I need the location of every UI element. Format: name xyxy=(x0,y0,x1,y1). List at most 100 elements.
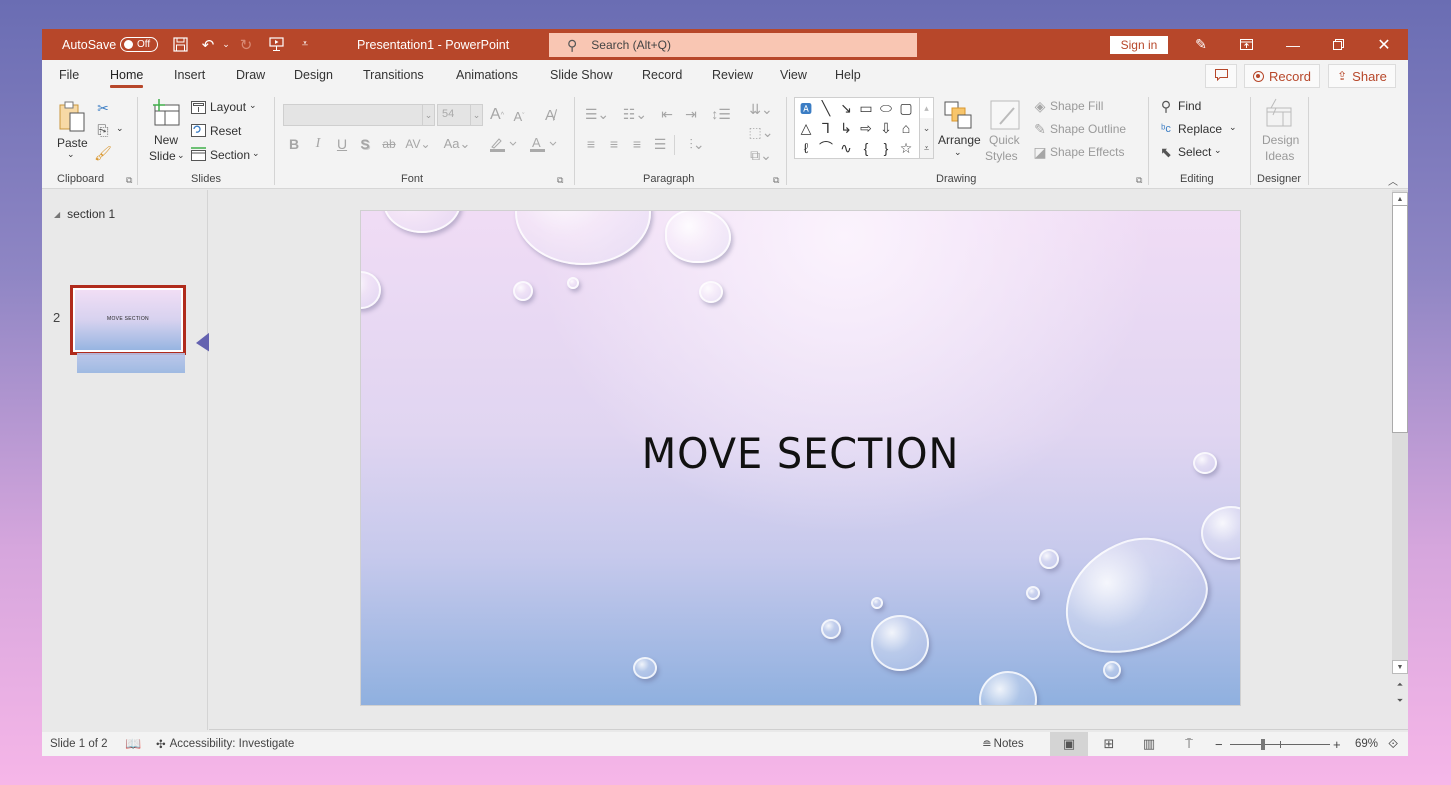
customize-qat-icon[interactable]: ⩡ xyxy=(295,29,315,60)
undo-dropdown-icon[interactable]: ⌄ xyxy=(216,29,236,60)
present-icon[interactable] xyxy=(266,29,286,60)
reading-view-icon[interactable]: ▥ xyxy=(1130,732,1168,756)
vertical-scrollbar[interactable]: ▲ ▼ ⏶ ⏷ xyxy=(1392,190,1408,731)
tab-home[interactable]: Home xyxy=(110,68,144,88)
oval-shape-icon[interactable]: ⬭ xyxy=(876,98,896,118)
down-arrow-shape-icon[interactable]: ⇩ xyxy=(876,118,896,138)
find-label[interactable]: Find xyxy=(1178,99,1201,113)
layout-icon[interactable] xyxy=(190,99,206,115)
notes-button[interactable]: ≘ Notes xyxy=(982,732,1024,756)
section-label[interactable]: Section xyxy=(210,148,250,162)
line-shape-icon[interactable]: ╲ xyxy=(816,98,836,118)
zoom-out-icon[interactable]: − xyxy=(1215,732,1223,756)
section-icon[interactable] xyxy=(190,146,206,162)
tab-slide-show[interactable]: Slide Show xyxy=(550,68,613,82)
font-name-dropdown-icon[interactable]: ⌄ xyxy=(422,105,434,125)
zoom-level[interactable]: 69% xyxy=(1355,732,1378,756)
normal-view-icon[interactable]: ▣ xyxy=(1050,732,1088,756)
font-launcher-icon[interactable]: ⧉ xyxy=(557,175,563,186)
font-size-dropdown-icon[interactable]: ⌄ xyxy=(470,105,482,125)
next-slide-icon[interactable]: ⏷ xyxy=(1392,695,1408,707)
new-slide-label-2[interactable]: Slide xyxy=(149,149,176,163)
slide-thumbnail[interactable]: MOVE SECTION xyxy=(70,285,186,355)
star-shape-icon[interactable]: ☆ xyxy=(896,138,916,158)
scroll-down-icon[interactable]: ▼ xyxy=(1392,660,1408,674)
freeform-shape-icon[interactable]: ℓ xyxy=(796,138,816,158)
curve-shape-icon[interactable]: ∿ xyxy=(836,138,856,158)
tab-draw[interactable]: Draw xyxy=(236,68,265,82)
snip-rectangle-shape-icon[interactable]: ⌂ xyxy=(896,118,916,138)
font-name-box[interactable]: ⌄ xyxy=(283,104,435,126)
tab-review[interactable]: Review xyxy=(712,68,753,82)
elbow-connector-shape-icon[interactable]: ⅂ xyxy=(816,118,836,138)
record-button[interactable]: Record xyxy=(1244,64,1320,88)
tab-record[interactable]: Record xyxy=(642,68,682,82)
arrange-label[interactable]: Arrange xyxy=(938,133,981,147)
share-button[interactable]: ⇪ Share xyxy=(1328,64,1396,88)
close-icon[interactable]: ✕ xyxy=(1364,29,1404,60)
rectangle-shape-icon[interactable]: ▭ xyxy=(856,98,876,118)
autosave-toggle[interactable]: Off xyxy=(120,37,158,52)
previous-slide-icon[interactable]: ⏶ xyxy=(1392,679,1408,691)
tab-transitions[interactable]: Transitions xyxy=(363,68,424,82)
right-arrow-shape-icon[interactable]: ⇨ xyxy=(856,118,876,138)
new-slide-label[interactable]: New xyxy=(154,133,178,147)
tab-insert[interactable]: Insert xyxy=(174,68,205,82)
tab-design[interactable]: Design xyxy=(294,68,333,82)
rounded-rectangle-shape-icon[interactable]: ▢ xyxy=(896,98,916,118)
replace-label[interactable]: Replace xyxy=(1178,122,1222,136)
arc-shape-icon[interactable]: ⌒ xyxy=(816,138,836,158)
scrollbar-thumb[interactable] xyxy=(1392,205,1408,433)
clipboard-launcher-icon[interactable]: ⧉ xyxy=(126,175,132,186)
save-icon[interactable] xyxy=(170,29,190,60)
tab-help[interactable]: Help xyxy=(835,68,861,82)
ribbon-display-options-icon[interactable] xyxy=(1226,29,1266,60)
spelling-check-icon[interactable]: 📖 xyxy=(125,732,141,756)
select-cursor-icon[interactable]: ⬉ xyxy=(1158,143,1174,161)
reset-label[interactable]: Reset xyxy=(210,124,241,138)
zoom-in-icon[interactable]: + xyxy=(1333,732,1341,756)
slide-sorter-view-icon[interactable]: ⊞ xyxy=(1090,732,1128,756)
text-box-shape-icon[interactable]: 🅰 xyxy=(796,98,816,118)
elbow-arrow-shape-icon[interactable]: ↳ xyxy=(836,118,856,138)
paste-icon[interactable] xyxy=(56,99,88,135)
slide-canvas[interactable]: MOVE SECTION xyxy=(360,210,1241,706)
copy-icon[interactable]: ⎘ xyxy=(94,121,112,139)
collapse-triangle-icon[interactable]: ◢ xyxy=(54,210,60,219)
arrange-icon[interactable] xyxy=(942,99,974,131)
pen-icon[interactable]: ✎ xyxy=(1181,29,1221,60)
replace-icon[interactable]: ᵇc xyxy=(1158,120,1174,138)
new-slide-icon[interactable] xyxy=(150,97,182,129)
sign-in-button[interactable]: Sign in xyxy=(1110,36,1168,54)
search-input[interactable]: ⚲ Search (Alt+Q) xyxy=(549,33,917,57)
accessibility-button[interactable]: ✣ Accessibility: Investigate xyxy=(156,732,294,756)
format-painter-icon[interactable]: 🖌 xyxy=(94,144,112,162)
select-label[interactable]: Select xyxy=(1178,145,1211,159)
paragraph-launcher-icon[interactable]: ⧉ xyxy=(773,175,779,186)
left-brace-shape-icon[interactable]: { xyxy=(856,138,876,158)
paste-dropdown-icon[interactable]: ⌄ xyxy=(67,149,75,160)
minimize-icon[interactable]: — xyxy=(1273,29,1313,60)
section-header[interactable]: ◢ section 1 xyxy=(54,207,115,221)
gallery-scroll-down-icon[interactable]: ⌄ xyxy=(919,118,933,138)
new-slide-dropdown-icon[interactable]: ⌄ xyxy=(177,150,185,161)
slide-title[interactable]: MOVE SECTION xyxy=(383,429,1218,478)
fit-to-window-icon[interactable]: ⟐ xyxy=(1388,732,1398,756)
tab-animations[interactable]: Animations xyxy=(456,68,518,82)
undo-icon[interactable]: ↶ xyxy=(198,29,218,60)
arrange-dropdown-icon[interactable]: ⌄ xyxy=(954,147,962,158)
tab-file[interactable]: File xyxy=(59,68,79,82)
layout-label[interactable]: Layout xyxy=(210,100,246,114)
tab-view[interactable]: View xyxy=(780,68,807,82)
select-dropdown-icon[interactable]: ⌄ xyxy=(1214,145,1222,156)
reset-icon[interactable] xyxy=(190,122,206,138)
arrow-line-shape-icon[interactable]: ↘ xyxy=(836,98,856,118)
find-icon[interactable]: ⚲ xyxy=(1158,97,1174,115)
layout-dropdown-icon[interactable]: ⌄ xyxy=(249,100,257,111)
font-size-box[interactable]: 54 ⌄ xyxy=(437,104,483,126)
cut-icon[interactable]: ✂ xyxy=(94,99,112,117)
copy-dropdown-icon[interactable]: ⌄ xyxy=(116,123,124,134)
paste-label[interactable]: Paste xyxy=(57,136,88,150)
triangle-shape-icon[interactable]: △ xyxy=(796,118,816,138)
right-brace-shape-icon[interactable]: } xyxy=(876,138,896,158)
